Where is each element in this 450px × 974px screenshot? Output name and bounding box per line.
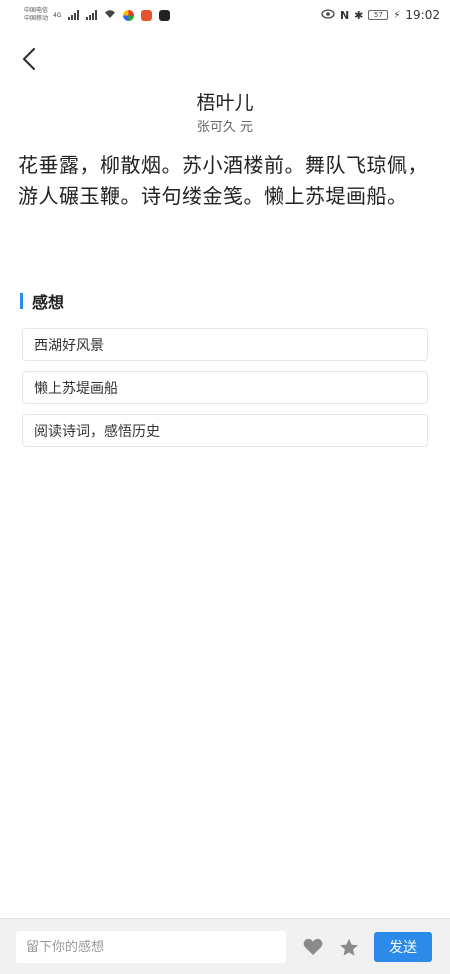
- poem-body: 花垂露，柳散烟。苏小酒楼前。舞队飞琼佩，游人碾玉鞭。诗句缕金笺。懒上苏堤画船。: [18, 153, 428, 208]
- nfc-icon: N: [339, 8, 350, 22]
- app-notification-icon: [123, 9, 135, 21]
- like-button[interactable]: [300, 934, 326, 960]
- comment-item: 懒上苏堤画船: [22, 371, 428, 404]
- poem-title: 梧叶儿: [196, 92, 254, 114]
- clock: 19:02: [405, 8, 440, 22]
- bottom-bar: 发送: [0, 918, 450, 974]
- wifi-icon: [104, 9, 116, 22]
- app-notification-icon-3: [159, 9, 171, 21]
- star-icon: [340, 938, 358, 956]
- signal-icon: [68, 10, 80, 20]
- eye-icon: [321, 8, 335, 22]
- network-type: 4G: [53, 11, 62, 19]
- signal-icon-2: [86, 10, 98, 20]
- battery-icon: 57: [368, 10, 389, 20]
- poem-author: 张可久 元: [196, 120, 254, 135]
- section-title: 感想: [32, 293, 65, 312]
- heart-icon: [303, 938, 323, 955]
- back-button[interactable]: [14, 44, 44, 74]
- carrier-1: 中国电信: [24, 7, 49, 14]
- comment-item: 阅读诗词，感悟历史: [22, 414, 428, 447]
- section-accent-bar: [20, 293, 23, 309]
- comment-input[interactable]: [16, 931, 286, 963]
- comment-list: 西湖好风景 懒上苏堤画船 阅读诗词，感悟历史: [22, 328, 428, 447]
- chevron-left-icon: [22, 47, 36, 71]
- carrier-names: 中国电信 中国移动: [24, 7, 48, 23]
- charging-icon: ⚡: [393, 9, 401, 21]
- status-right: N ✱ 57 ⚡ 19:02: [321, 8, 440, 22]
- send-button[interactable]: 发送: [374, 932, 432, 962]
- carrier-block: 中国电信 中国移动 4G: [24, 7, 171, 23]
- carrier-2: 中国移动: [24, 15, 49, 22]
- comment-item: 西湖好风景: [22, 328, 428, 361]
- bluetooth-icon: ✱: [354, 8, 364, 22]
- app-notification-icon-2: [141, 9, 153, 21]
- battery-level: 57: [373, 11, 383, 19]
- section-header: 感想: [20, 290, 64, 312]
- favorite-button[interactable]: [336, 934, 362, 960]
- status-bar: 中国电信 中国移动 4G N ✱ 57 ⚡ 19:02: [0, 0, 450, 30]
